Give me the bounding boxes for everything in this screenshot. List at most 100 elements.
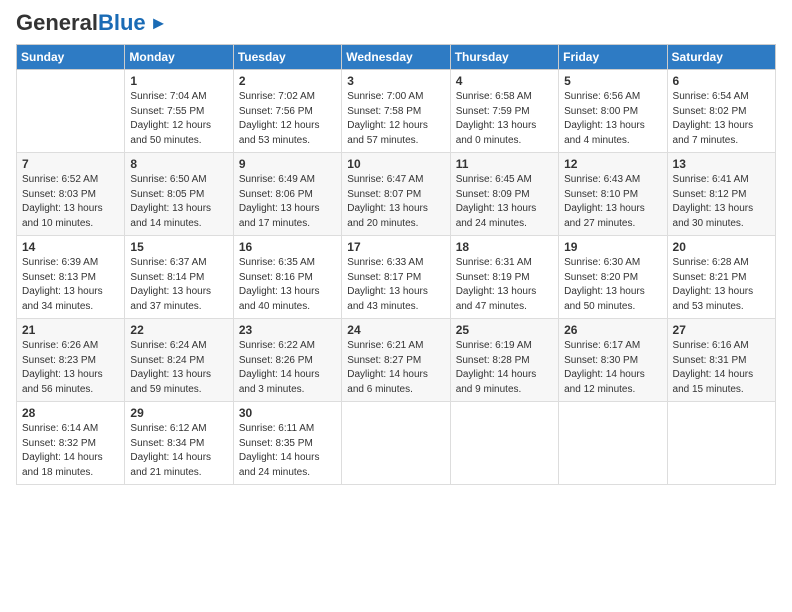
calendar-cell: 23 Sunrise: 6:22 AM Sunset: 8:26 PM Dayli… xyxy=(233,319,341,402)
day-number: 4 xyxy=(456,74,553,88)
day-header-thursday: Thursday xyxy=(450,45,558,70)
day-number: 3 xyxy=(347,74,444,88)
calendar-cell: 22Sunrise: 6:24 AM Sunset: 8:24 PM Dayli… xyxy=(125,319,233,402)
day-info: Sunrise: 6:21 AM Sunset: 8:27 PM Dayligh… xyxy=(347,339,444,397)
day-info: Sunrise: 6:11 AM Sunset: 8:35 PM Dayligh… xyxy=(239,422,336,480)
calendar-cell: 18 Sunrise: 6:31 AM Sunset: 8:19 PM Dayli… xyxy=(450,236,558,319)
day-number: 15 xyxy=(130,240,227,254)
calendar-cell: 25Sunrise: 6:19 AM Sunset: 8:28 PM Dayli… xyxy=(450,319,558,402)
day-number: 24 xyxy=(347,323,444,337)
calendar-week-5: 28 Sunrise: 6:14 AM Sunset: 8:32 PM Dayli… xyxy=(17,402,776,485)
day-number: 19 xyxy=(564,240,661,254)
day-header-wednesday: Wednesday xyxy=(342,45,450,70)
calendar-week-3: 14 Sunrise: 6:39 AM Sunset: 8:13 PM Dayli… xyxy=(17,236,776,319)
calendar-cell: 8Sunrise: 6:50 AM Sunset: 8:05 PM Daylig… xyxy=(125,153,233,236)
day-info: Sunrise: 6:41 AM Sunset: 8:12 PM Dayligh… xyxy=(673,173,770,231)
calendar-cell: 15 Sunrise: 6:37 AM Sunset: 8:14 PM Dayli… xyxy=(125,236,233,319)
day-number: 2 xyxy=(239,74,336,88)
calendar-cell: 5 Sunrise: 6:56 AM Sunset: 8:00 PM Daylig… xyxy=(559,70,667,153)
day-header-saturday: Saturday xyxy=(667,45,775,70)
day-info: Sunrise: 6:22 AM Sunset: 8:26 PM Dayligh… xyxy=(239,339,336,397)
page-header: GeneralBlue ► xyxy=(16,12,776,34)
day-info: Sunrise: 6:35 AM Sunset: 8:16 PM Dayligh… xyxy=(239,256,336,314)
day-info: Sunrise: 6:17 AM Sunset: 8:30 PM Dayligh… xyxy=(564,339,661,397)
day-number: 22 xyxy=(130,323,227,337)
calendar-cell: 27Sunrise: 6:16 AM Sunset: 8:31 PM Dayli… xyxy=(667,319,775,402)
calendar-cell: 11 Sunrise: 6:45 AM Sunset: 8:09 PM Dayli… xyxy=(450,153,558,236)
day-number: 16 xyxy=(239,240,336,254)
calendar-cell: 26 Sunrise: 6:17 AM Sunset: 8:30 PM Dayli… xyxy=(559,319,667,402)
day-info: Sunrise: 6:12 AM Sunset: 8:34 PM Dayligh… xyxy=(130,422,227,480)
calendar-cell: 21 Sunrise: 6:26 AM Sunset: 8:23 PM Dayli… xyxy=(17,319,125,402)
calendar-cell: 17 Sunrise: 6:33 AM Sunset: 8:17 PM Dayli… xyxy=(342,236,450,319)
day-number: 1 xyxy=(130,74,227,88)
calendar-cell: 14 Sunrise: 6:39 AM Sunset: 8:13 PM Dayli… xyxy=(17,236,125,319)
day-number: 29 xyxy=(130,406,227,420)
day-number: 17 xyxy=(347,240,444,254)
day-number: 20 xyxy=(673,240,770,254)
day-info: Sunrise: 6:47 AM Sunset: 8:07 PM Dayligh… xyxy=(347,173,444,231)
calendar-week-4: 21 Sunrise: 6:26 AM Sunset: 8:23 PM Dayli… xyxy=(17,319,776,402)
calendar-body: 1 Sunrise: 7:04 AM Sunset: 7:55 PM Daylig… xyxy=(17,70,776,485)
calendar-header: SundayMondayTuesdayWednesdayThursdayFrid… xyxy=(17,45,776,70)
day-info: Sunrise: 7:00 AM Sunset: 7:58 PM Dayligh… xyxy=(347,90,444,148)
day-number: 18 xyxy=(456,240,553,254)
day-info: Sunrise: 6:26 AM Sunset: 8:23 PM Dayligh… xyxy=(22,339,119,397)
calendar-cell: 16 Sunrise: 6:35 AM Sunset: 8:16 PM Dayli… xyxy=(233,236,341,319)
day-info: Sunrise: 6:50 AM Sunset: 8:05 PM Dayligh… xyxy=(130,173,227,231)
day-info: Sunrise: 6:39 AM Sunset: 8:13 PM Dayligh… xyxy=(22,256,119,314)
calendar-cell: 20 Sunrise: 6:28 AM Sunset: 8:21 PM Dayli… xyxy=(667,236,775,319)
day-info: Sunrise: 6:33 AM Sunset: 8:17 PM Dayligh… xyxy=(347,256,444,314)
day-number: 28 xyxy=(22,406,119,420)
day-number: 23 xyxy=(239,323,336,337)
day-number: 11 xyxy=(456,157,553,171)
day-info: Sunrise: 6:58 AM Sunset: 7:59 PM Dayligh… xyxy=(456,90,553,148)
day-info: Sunrise: 6:19 AM Sunset: 8:28 PM Dayligh… xyxy=(456,339,553,397)
day-number: 9 xyxy=(239,157,336,171)
day-header-monday: Monday xyxy=(125,45,233,70)
day-number: 14 xyxy=(22,240,119,254)
day-number: 27 xyxy=(673,323,770,337)
day-info: Sunrise: 6:56 AM Sunset: 8:00 PM Dayligh… xyxy=(564,90,661,148)
calendar-cell: 30 Sunrise: 6:11 AM Sunset: 8:35 PM Dayli… xyxy=(233,402,341,485)
calendar-cell: 7 Sunrise: 6:52 AM Sunset: 8:03 PM Daylig… xyxy=(17,153,125,236)
calendar-cell: 9 Sunrise: 6:49 AM Sunset: 8:06 PM Daylig… xyxy=(233,153,341,236)
day-number: 21 xyxy=(22,323,119,337)
day-info: Sunrise: 6:43 AM Sunset: 8:10 PM Dayligh… xyxy=(564,173,661,231)
day-info: Sunrise: 6:28 AM Sunset: 8:21 PM Dayligh… xyxy=(673,256,770,314)
day-header-sunday: Sunday xyxy=(17,45,125,70)
calendar-cell xyxy=(342,402,450,485)
calendar-cell xyxy=(450,402,558,485)
day-info: Sunrise: 6:45 AM Sunset: 8:09 PM Dayligh… xyxy=(456,173,553,231)
calendar-cell: 2Sunrise: 7:02 AM Sunset: 7:56 PM Daylig… xyxy=(233,70,341,153)
day-header-tuesday: Tuesday xyxy=(233,45,341,70)
day-number: 30 xyxy=(239,406,336,420)
day-number: 5 xyxy=(564,74,661,88)
day-number: 26 xyxy=(564,323,661,337)
logo: GeneralBlue ► xyxy=(16,12,167,34)
calendar-cell: 3 Sunrise: 7:00 AM Sunset: 7:58 PM Daylig… xyxy=(342,70,450,153)
day-number: 7 xyxy=(22,157,119,171)
day-info: Sunrise: 6:49 AM Sunset: 8:06 PM Dayligh… xyxy=(239,173,336,231)
calendar-table: SundayMondayTuesdayWednesdayThursdayFrid… xyxy=(16,44,776,485)
day-info: Sunrise: 6:14 AM Sunset: 8:32 PM Dayligh… xyxy=(22,422,119,480)
day-info: Sunrise: 6:31 AM Sunset: 8:19 PM Dayligh… xyxy=(456,256,553,314)
day-info: Sunrise: 6:52 AM Sunset: 8:03 PM Dayligh… xyxy=(22,173,119,231)
calendar-cell: 19 Sunrise: 6:30 AM Sunset: 8:20 PM Dayli… xyxy=(559,236,667,319)
calendar-cell: 13Sunrise: 6:41 AM Sunset: 8:12 PM Dayli… xyxy=(667,153,775,236)
calendar-cell xyxy=(667,402,775,485)
day-number: 10 xyxy=(347,157,444,171)
day-info: Sunrise: 6:54 AM Sunset: 8:02 PM Dayligh… xyxy=(673,90,770,148)
day-info: Sunrise: 6:37 AM Sunset: 8:14 PM Dayligh… xyxy=(130,256,227,314)
calendar-cell: 10 Sunrise: 6:47 AM Sunset: 8:07 PM Dayli… xyxy=(342,153,450,236)
calendar-cell xyxy=(17,70,125,153)
day-header-friday: Friday xyxy=(559,45,667,70)
calendar-cell: 29 Sunrise: 6:12 AM Sunset: 8:34 PM Dayli… xyxy=(125,402,233,485)
calendar-cell: 24 Sunrise: 6:21 AM Sunset: 8:27 PM Dayli… xyxy=(342,319,450,402)
day-info: Sunrise: 7:04 AM Sunset: 7:55 PM Dayligh… xyxy=(130,90,227,148)
calendar-cell: 4 Sunrise: 6:58 AM Sunset: 7:59 PM Daylig… xyxy=(450,70,558,153)
day-info: Sunrise: 6:30 AM Sunset: 8:20 PM Dayligh… xyxy=(564,256,661,314)
calendar-cell: 1 Sunrise: 7:04 AM Sunset: 7:55 PM Daylig… xyxy=(125,70,233,153)
calendar-week-2: 7 Sunrise: 6:52 AM Sunset: 8:03 PM Daylig… xyxy=(17,153,776,236)
day-number: 6 xyxy=(673,74,770,88)
